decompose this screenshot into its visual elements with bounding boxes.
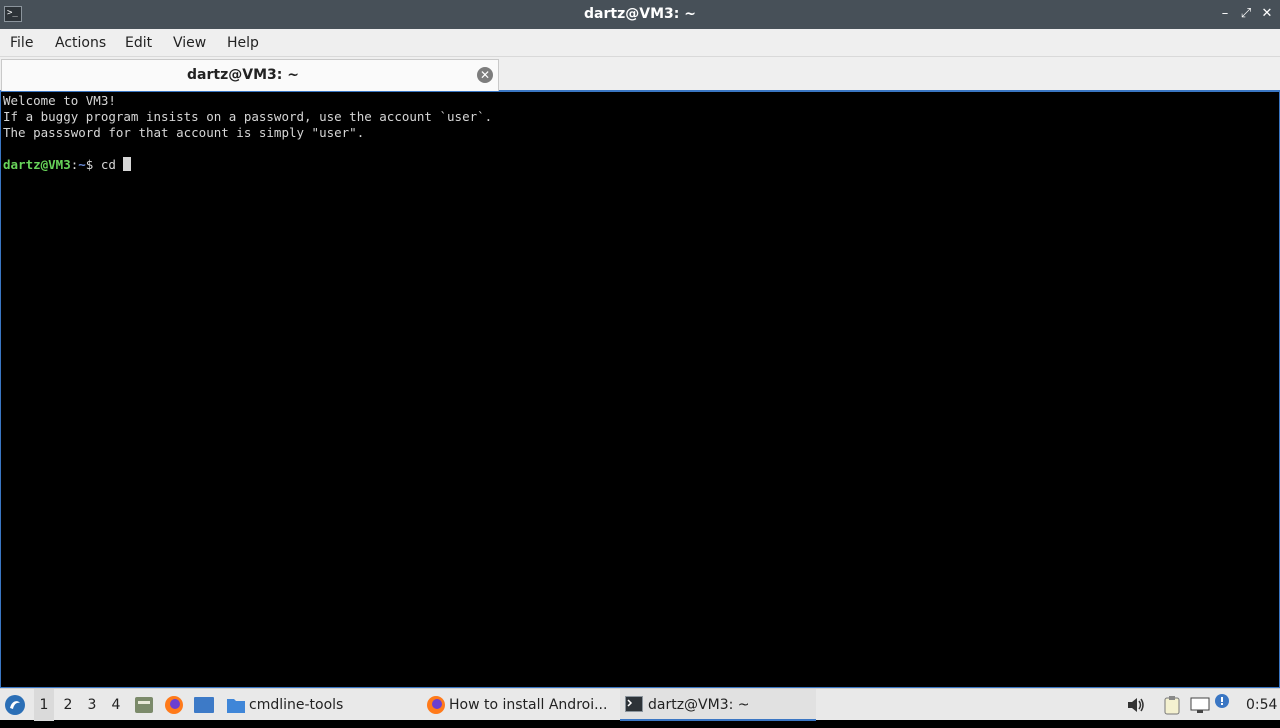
menu-help[interactable]: Help bbox=[227, 29, 259, 57]
network-tray[interactable] bbox=[1190, 689, 1212, 721]
tab-terminal[interactable]: dartz@VM3: ~ ✕ bbox=[1, 59, 499, 91]
task-label: cmdline-tools bbox=[249, 697, 344, 713]
menu-file[interactable]: File bbox=[10, 29, 33, 57]
command-text: cd bbox=[100, 157, 124, 172]
tab-close-icon[interactable]: ✕ bbox=[477, 67, 493, 83]
clock[interactable]: 0:54 bbox=[1246, 689, 1278, 721]
clipboard-tray[interactable] bbox=[1162, 689, 1184, 721]
volume-icon bbox=[1128, 698, 1144, 712]
prompt-dollar: $ bbox=[85, 157, 101, 172]
desktop-1[interactable]: 1 bbox=[34, 689, 54, 721]
desktop-4[interactable]: 4 bbox=[106, 689, 126, 721]
terminal-line: Welcome to VM3! bbox=[3, 93, 116, 108]
folder-icon bbox=[227, 699, 245, 713]
menu-edit[interactable]: Edit bbox=[125, 29, 152, 57]
tab-bar: dartz@VM3: ~ ✕ bbox=[0, 57, 1280, 91]
show-desktop-button[interactable] bbox=[193, 689, 215, 721]
window-title: dartz@VM3: ~ bbox=[584, 6, 696, 22]
window-titlebar[interactable]: >_ dartz@VM3: ~ – ⤢ ✕ bbox=[0, 0, 1280, 29]
prompt-line: dartz@VM3:~$ cd bbox=[3, 157, 132, 173]
start-menu-button[interactable] bbox=[4, 689, 28, 721]
terminal-line: If a buggy program insists on a password… bbox=[3, 109, 493, 124]
notification-tray[interactable] bbox=[1214, 689, 1232, 721]
menu-view[interactable]: View bbox=[173, 29, 206, 57]
close-button[interactable]: ✕ bbox=[1259, 6, 1275, 22]
file-manager-icon bbox=[135, 697, 153, 713]
task-cmdline-tools[interactable]: cmdline-tools bbox=[224, 689, 414, 721]
start-menu-icon bbox=[5, 695, 25, 715]
taskbar: 1 2 3 4 cmdline-tools How to install And… bbox=[0, 688, 1280, 721]
menu-actions[interactable]: Actions bbox=[55, 29, 106, 57]
prompt-path: ~ bbox=[78, 157, 86, 172]
task-firefox[interactable]: How to install Androi... bbox=[422, 689, 614, 721]
minimize-button[interactable]: – bbox=[1217, 6, 1233, 22]
firefox-launcher[interactable] bbox=[164, 689, 184, 721]
file-manager-launcher[interactable] bbox=[134, 689, 154, 721]
network-icon bbox=[1190, 697, 1210, 713]
terminal-area[interactable]: Welcome to VM3! If a buggy program insis… bbox=[0, 91, 1280, 688]
firefox-icon bbox=[165, 696, 183, 714]
task-terminal[interactable]: dartz@VM3: ~ bbox=[620, 689, 816, 721]
volume-button[interactable] bbox=[1126, 689, 1146, 721]
maximize-button[interactable]: ⤢ bbox=[1238, 6, 1254, 22]
desktop-2[interactable]: 2 bbox=[58, 689, 78, 721]
desktop-icon bbox=[194, 697, 214, 713]
clipboard-icon bbox=[1164, 696, 1180, 715]
terminal-line: The passsword for that account is simply… bbox=[3, 125, 365, 140]
firefox-icon bbox=[427, 696, 445, 714]
task-label: How to install Androi... bbox=[449, 697, 608, 713]
info-icon bbox=[1215, 694, 1229, 708]
terminal-icon bbox=[625, 696, 643, 712]
tab-label: dartz@VM3: ~ bbox=[187, 67, 299, 83]
prompt-user: dartz@VM3 bbox=[3, 157, 71, 172]
text-cursor bbox=[123, 157, 132, 171]
task-label: dartz@VM3: ~ bbox=[648, 697, 750, 713]
menu-bar: File Actions Edit View Help bbox=[0, 29, 1280, 57]
desktop-3[interactable]: 3 bbox=[82, 689, 102, 721]
